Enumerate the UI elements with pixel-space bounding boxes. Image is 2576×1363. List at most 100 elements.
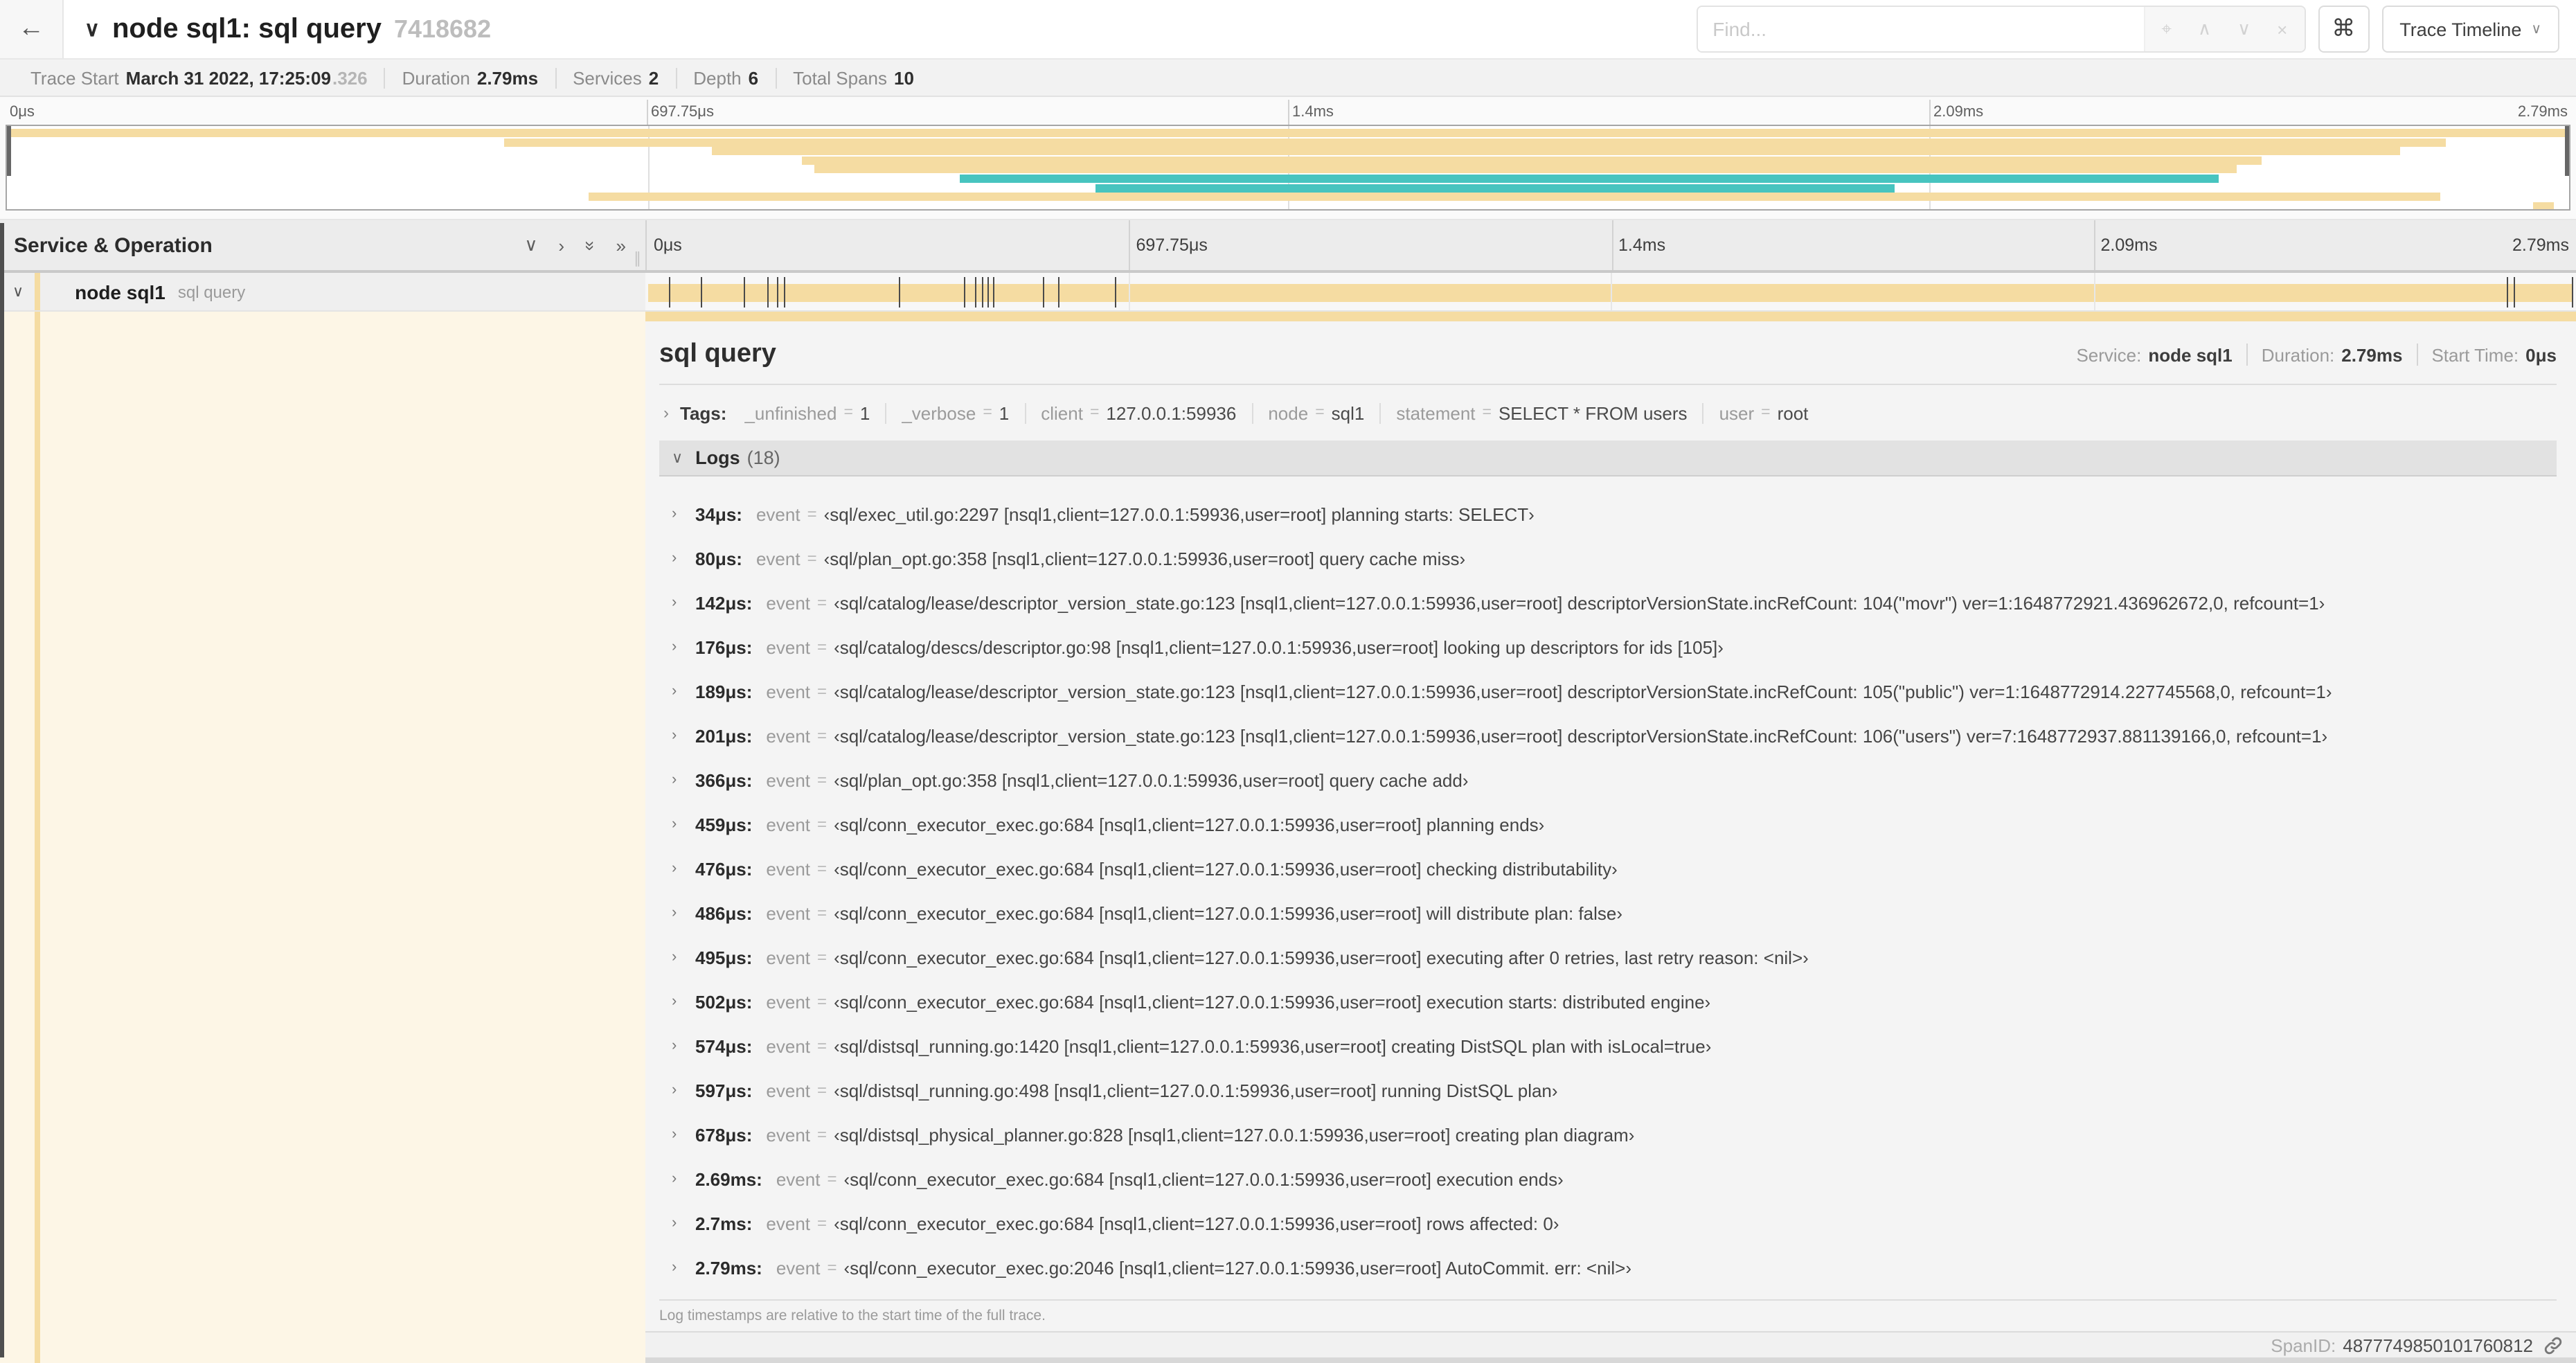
log-entry-row[interactable]: › 574μs: event = ‹sql/distsql_running.go:142… [672,1033,2557,1058]
chevron-right-icon[interactable]: › [672,1170,695,1187]
logs-header[interactable]: ∨ Logs (18) [659,440,2557,476]
expand-one-icon[interactable]: › [558,235,564,256]
detail-title-row: sql query Service: node sql1 Duration: 2.79… [659,321,2557,385]
timeline-column-header: Service & Operation ∨ › » » ∥ 0μs 697.75μ… [0,220,2576,273]
locate-icon[interactable]: ⌖ [2161,18,2172,40]
log-entry-row[interactable]: › 34μs: event = ‹sql/exec_util.go:2297 [nsql… [672,501,2557,526]
log-entry-row[interactable]: › 476μs: event = ‹sql/conn_executor_exec.go:… [672,856,2557,881]
equals-sign: = [817,1036,828,1055]
log-entry-row[interactable]: › 678μs: event = ‹sql/distsql_physical_plann… [672,1122,2557,1147]
service-operation-header: Service & Operation ∨ › » » ∥ [0,220,645,270]
log-field-key: event [766,681,811,702]
log-field-value: ‹sql/plan_opt.go:358 [nsql1,client=127.0… [823,548,1466,569]
equals-sign: = [807,504,817,524]
time-tick-label: 697.75μs [651,104,714,121]
tags-row[interactable]: › Tags: _unfinished = 1 _verbose = 1 client = 12… [659,398,2557,428]
chevron-right-icon[interactable]: › [672,1259,695,1276]
link-icon[interactable] [2544,1336,2562,1354]
log-entry-row[interactable]: › 502μs: event = ‹sql/conn_executor_exec.go:… [672,989,2557,1014]
log-field-value: ‹sql/conn_executor_exec.go:684 [nsql1,cl… [834,1213,1559,1233]
span-bar-cell[interactable] [645,273,2576,310]
header-controls: ⌖ ∧ ∨ × ⌘ Trace Timeline ∨ [1696,6,2559,53]
service-color-stripe [35,312,40,1363]
log-entry-row[interactable]: › 80μs: event = ‹sql/plan_opt.go:358 [nsql1,… [672,546,2557,571]
detail-meta-item: Duration: 2.79ms [2262,344,2403,365]
equals-sign: = [817,682,828,701]
log-entry-row[interactable]: › 2.7ms: event = ‹sql/conn_executor_exec.go:… [672,1211,2557,1236]
chevron-right-icon[interactable]: › [672,727,695,744]
left-scrollbar[interactable] [0,223,4,1357]
chevron-right-icon[interactable]: › [672,550,695,567]
detail-meta-value: node sql1 [2148,344,2233,365]
log-field-value: ‹sql/catalog/lease/descriptor_version_st… [834,681,2332,702]
collapse-one-icon[interactable]: ∨ [524,234,537,256]
log-entry-row[interactable]: › 459μs: event = ‹sql/conn_executor_exec.go:… [672,812,2557,837]
log-marker [1114,277,1116,308]
time-tick-label: 1.4ms [1618,235,1666,255]
log-field-key: event [755,548,800,569]
chevron-right-icon[interactable]: › [672,860,695,877]
detail-span-name: sql query [659,339,776,368]
expand-all-icon[interactable]: » [616,235,626,256]
log-field-value: ‹sql/conn_executor_exec.go:2046 [nsql1,c… [843,1257,1632,1278]
log-timestamp: 201μs: [695,725,753,746]
log-entry-row[interactable]: › 2.79ms: event = ‹sql/conn_executor_exec.go… [672,1255,2557,1280]
minimap-left-drag-handle[interactable] [7,126,11,176]
chevron-right-icon[interactable]: › [672,594,695,611]
column-resize-grip[interactable]: ∥ [634,249,641,267]
summary-item-label: Services [573,67,642,88]
span-detail-panel: sql query Service: node sql1 Duration: 2.79… [645,321,2576,1333]
chevron-right-icon[interactable]: › [672,949,695,965]
log-entry-row[interactable]: › 597μs: event = ‹sql/distsql_running.go:498… [672,1078,2557,1103]
prev-result-icon[interactable]: ∧ [2198,18,2211,40]
log-entry-row[interactable]: › 142μs: event = ‹sql/catalog/lease/descript… [672,590,2557,615]
minimap-right-drag-handle[interactable] [2565,126,2569,176]
detail-span-bar-strip [645,312,2576,321]
log-entry-row[interactable]: › 495μs: event = ‹sql/conn_executor_exec.go:… [672,945,2557,970]
timeline-ticks-header[interactable]: 0μs 697.75μs 1.4ms 2.09ms 2.79ms [645,220,2576,270]
span-collapse-icon[interactable]: ∨ [12,283,24,301]
log-entry-row[interactable]: › 201μs: event = ‹sql/catalog/lease/descript… [672,723,2557,748]
summary-item: Duration 2.79ms [384,67,555,88]
collapse-trace-header-icon[interactable]: ∨ [84,17,100,42]
log-entry-row[interactable]: › 366μs: event = ‹sql/plan_opt.go:358 [nsql1… [672,767,2557,792]
chevron-right-icon[interactable]: › [672,639,695,655]
minimap-span-bar [711,147,2400,156]
chevron-down-icon: ∨ [672,450,683,467]
back-button[interactable]: ← [0,0,64,58]
jaeger-trace-page: ← ∨ node sql1: sql query 7418682 ⌖ ∧ ∨ ×… [0,0,2576,1363]
clear-search-icon[interactable]: × [2277,19,2287,39]
collapse-all-icon[interactable]: » [580,240,600,250]
span-row[interactable]: ∨ node sql1 sql query [0,273,2576,312]
log-timestamp: 476μs: [695,858,753,879]
keyboard-shortcuts-button[interactable]: ⌘ [2318,6,2370,53]
next-result-icon[interactable]: ∨ [2237,18,2251,40]
chevron-right-icon[interactable]: › [672,905,695,921]
trace-view-selector[interactable]: Trace Timeline ∨ [2381,6,2559,53]
log-marker [744,277,746,308]
find-input[interactable] [1697,7,2144,51]
chevron-right-icon[interactable]: › [672,772,695,788]
chevron-right-icon[interactable]: › [672,1126,695,1143]
log-entry-row[interactable]: › 486μs: event = ‹sql/conn_executor_exec.go:… [672,900,2557,925]
timeline-grid-line [1128,273,1129,310]
log-timestamp: 366μs: [695,769,753,790]
log-entry-row[interactable]: › 176μs: event = ‹sql/catalog/descs/descript… [672,634,2557,659]
minimap-canvas[interactable] [6,125,2570,211]
log-marker [2572,277,2574,308]
chevron-right-icon[interactable]: › [672,683,695,700]
chevron-right-icon[interactable]: › [672,1082,695,1098]
chevron-right-icon[interactable]: › [672,506,695,522]
chevron-right-icon[interactable]: › [672,993,695,1010]
span-name-cell[interactable]: ∨ node sql1 sql query [0,273,645,310]
minimap-span-bar [814,165,2236,174]
chevron-right-icon[interactable]: › [672,816,695,832]
spanid-value: 4877749850101760812 [2343,1335,2533,1355]
page-title: node sql1: sql query [111,13,382,44]
log-field-key: event [766,1124,811,1145]
log-entry-row[interactable]: › 189μs: event = ‹sql/catalog/lease/descript… [672,679,2557,704]
chevron-right-icon[interactable]: › [672,1037,695,1054]
log-entry-row[interactable]: › 2.69ms: event = ‹sql/conn_executor_exec.go… [672,1166,2557,1191]
tag-value: 127.0.0.1:59936 [1106,402,1237,423]
chevron-right-icon[interactable]: › [672,1215,695,1231]
